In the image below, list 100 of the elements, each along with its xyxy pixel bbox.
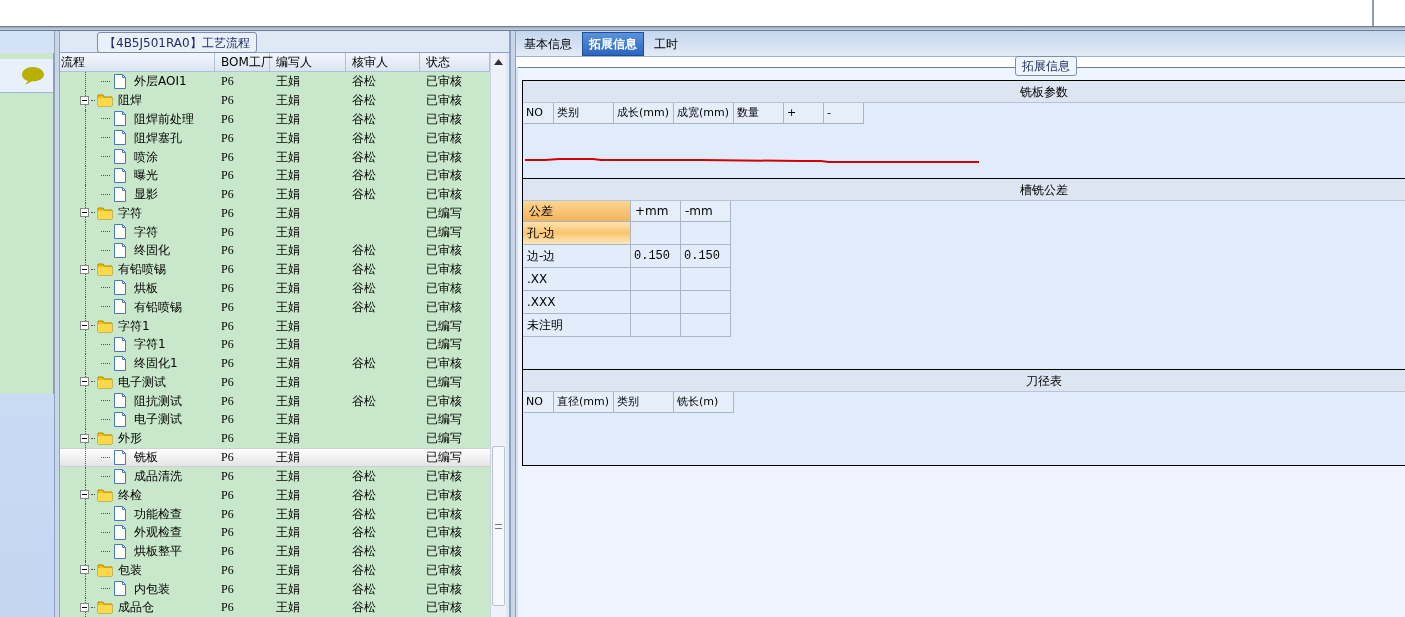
scroll-thumb[interactable] xyxy=(492,446,505,606)
table-cell: P6 xyxy=(221,525,234,540)
table-cell[interactable] xyxy=(631,222,681,245)
table-cell[interactable] xyxy=(681,314,731,337)
tree-row[interactable]: 终固化 P6 王娟 谷松 已审核 xyxy=(60,241,490,260)
row-header[interactable]: .XX xyxy=(523,268,631,291)
table-cell[interactable]: 0.150 xyxy=(681,245,731,268)
section-header: 铣板参数 xyxy=(523,81,1405,103)
table-cell[interactable] xyxy=(681,268,731,291)
tree-label: 电子测试 xyxy=(117,373,166,391)
table-cell: 王娟 xyxy=(276,262,300,277)
tab[interactable]: 基本信息 xyxy=(518,32,578,56)
speech-bubble-icon[interactable] xyxy=(21,65,45,86)
table-cell[interactable]: 0.150 xyxy=(631,245,681,268)
tree-row[interactable]: 喷涂 P6 王娟 谷松 已审核 xyxy=(60,147,490,166)
collapse-icon[interactable] xyxy=(80,490,89,500)
table-cell: 王娟 xyxy=(276,168,300,183)
table-cell: 已审核 xyxy=(426,281,462,295)
column-header[interactable]: NO xyxy=(523,103,554,124)
column-header[interactable]: 成长(mm) xyxy=(614,103,674,124)
collapse-icon[interactable] xyxy=(80,603,89,612)
table-cell: 王娟 xyxy=(276,318,300,333)
tab[interactable]: 拓展信息 xyxy=(582,32,644,56)
tree-row[interactable]: 终检 P6 王娟 谷松 已审核 xyxy=(60,485,490,505)
table-cell: 王娟 xyxy=(276,450,300,465)
tree-row[interactable]: 字符 P6 王娟 已编写 xyxy=(60,203,490,223)
table-cell: 已审核 xyxy=(426,393,462,408)
table-cell[interactable] xyxy=(631,314,681,337)
tab[interactable]: 工时 xyxy=(648,32,684,56)
table-cell[interactable] xyxy=(631,291,681,314)
table-cell: 王娟 xyxy=(276,487,300,502)
column-header[interactable]: NO xyxy=(523,392,554,413)
table-cell[interactable] xyxy=(681,222,731,245)
scroll-up-arrow-icon[interactable] xyxy=(494,59,503,65)
collapse-icon[interactable] xyxy=(80,565,89,575)
table-cell: P6 xyxy=(221,431,234,446)
table-cell: 已审核 xyxy=(426,168,462,183)
tree-label: 显影 xyxy=(133,186,158,204)
column-header[interactable]: 类别 xyxy=(554,103,614,124)
table-cell: 已审核 xyxy=(426,506,462,521)
column-header[interactable]: 铣长(m) xyxy=(674,392,734,413)
row-header[interactable]: .XXX xyxy=(523,291,631,314)
tree-row[interactable]: 功能检查 P6 王娟 谷松 已审核 xyxy=(60,504,490,523)
table-cell: P6 xyxy=(221,299,234,314)
document-icon xyxy=(113,72,127,90)
tree-row[interactable]: 电子测试 P6 王娟 已编写 xyxy=(60,410,490,429)
document-icon xyxy=(113,410,127,428)
column-header[interactable]: 类别 xyxy=(614,392,674,413)
column-header[interactable]: 公差 xyxy=(523,201,631,222)
folder-icon xyxy=(97,262,113,277)
table-cell[interactable] xyxy=(631,268,681,291)
tree-row[interactable]: 字符1 P6 王娟 已编写 xyxy=(60,316,490,335)
vertical-scrollbar[interactable] xyxy=(490,53,506,617)
column-header[interactable]: 成宽(mm) xyxy=(674,103,734,124)
column-header[interactable]: 流程 xyxy=(60,53,215,71)
column-header[interactable]: 直径(mm) xyxy=(554,392,614,413)
tree-label: 包装 xyxy=(117,561,142,579)
collapse-icon[interactable] xyxy=(80,95,89,105)
collapse-icon[interactable] xyxy=(80,264,89,274)
tree-row[interactable]: 内包装 P6 王娟 谷松 已审核 xyxy=(60,579,490,599)
table-cell: 王娟 xyxy=(276,224,300,239)
tree-row[interactable]: 字符 P6 王娟 已编写 xyxy=(60,222,490,242)
row-header[interactable]: 孔-边 xyxy=(523,222,631,245)
table-cell: 已审核 xyxy=(426,262,462,277)
table-cell[interactable] xyxy=(681,291,731,314)
table-cell: 王娟 xyxy=(276,469,300,483)
table-cell: P6 xyxy=(221,93,234,108)
collapse-icon[interactable] xyxy=(80,321,89,331)
tree-row[interactable]: 有铅喷锡 P6 王娟 谷松 已审核 xyxy=(60,297,490,317)
folder-icon xyxy=(97,374,113,389)
column-header[interactable]: - xyxy=(824,103,864,124)
collapse-icon[interactable] xyxy=(80,208,89,218)
tree-label: 字符 xyxy=(117,204,142,222)
collapse-icon[interactable] xyxy=(80,377,89,387)
column-header[interactable]: + xyxy=(784,103,824,124)
tree-row[interactable]: 阻焊塞孔 P6 王娟 谷松 已审核 xyxy=(60,128,490,148)
table-cell: 王娟 xyxy=(276,281,300,295)
column-header[interactable]: 核审人 xyxy=(346,53,420,71)
table-cell: P6 xyxy=(221,356,234,371)
collapse-icon[interactable] xyxy=(80,433,89,443)
tree-row[interactable]: 阻抗测试 P6 王娟 谷松 已审核 xyxy=(60,391,490,411)
group-title: 拓展信息 xyxy=(1015,56,1077,76)
column-header[interactable]: -mm xyxy=(681,201,731,222)
document-icon xyxy=(113,448,127,466)
panel-title: 【4B5J501RA0】工艺流程 xyxy=(97,32,257,53)
row-header[interactable]: 边-边 xyxy=(523,245,631,268)
table-cell: 谷松 xyxy=(352,243,376,258)
column-header[interactable]: +mm xyxy=(631,201,681,222)
table-cell: 王娟 xyxy=(276,506,300,521)
table-cell: 王娟 xyxy=(276,431,300,446)
table-cell: 谷松 xyxy=(352,262,376,277)
table-cell: P6 xyxy=(221,337,234,352)
table-cell: 谷松 xyxy=(352,130,376,145)
row-header[interactable]: 未注明 xyxy=(523,314,631,337)
column-header[interactable]: 数量 xyxy=(734,103,784,124)
tree-row[interactable]: 外层AOI1 P6 王娟 谷松 已审核 xyxy=(60,72,490,91)
table-cell: P6 xyxy=(221,111,234,126)
table-cell: 已审核 xyxy=(426,581,462,596)
tree-row[interactable]: 成品仓 P6 王娟 谷松 已审核 xyxy=(60,598,490,617)
tree-label: 烘板 xyxy=(133,280,158,297)
